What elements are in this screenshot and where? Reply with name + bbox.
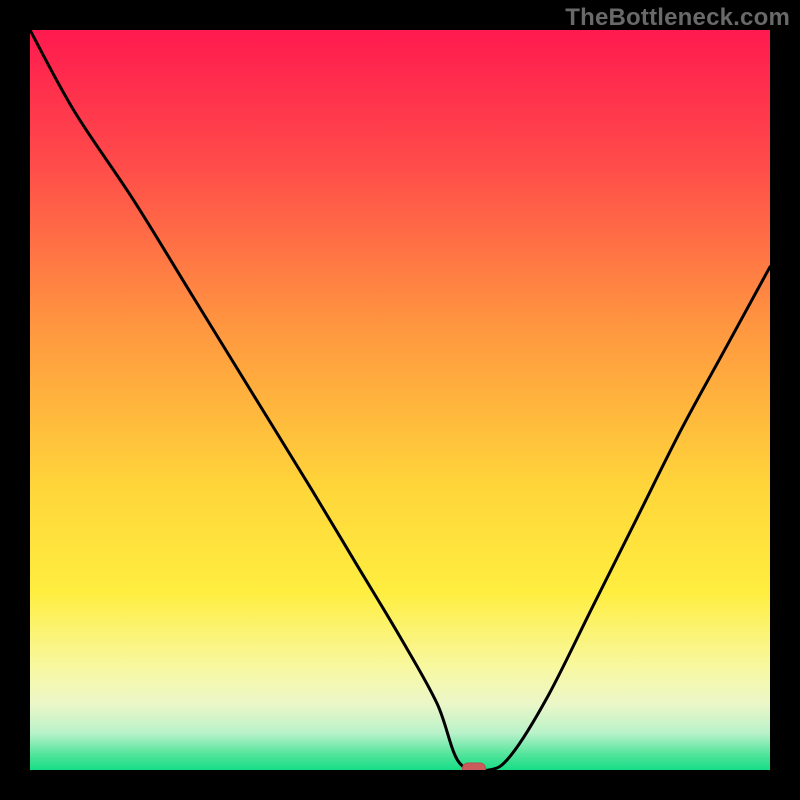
watermark-text: TheBottleneck.com [565, 4, 790, 32]
bottleneck-curve [30, 30, 770, 770]
chart-frame: TheBottleneck.com [0, 0, 800, 800]
plot-area [30, 30, 770, 770]
optimum-marker [462, 763, 486, 771]
